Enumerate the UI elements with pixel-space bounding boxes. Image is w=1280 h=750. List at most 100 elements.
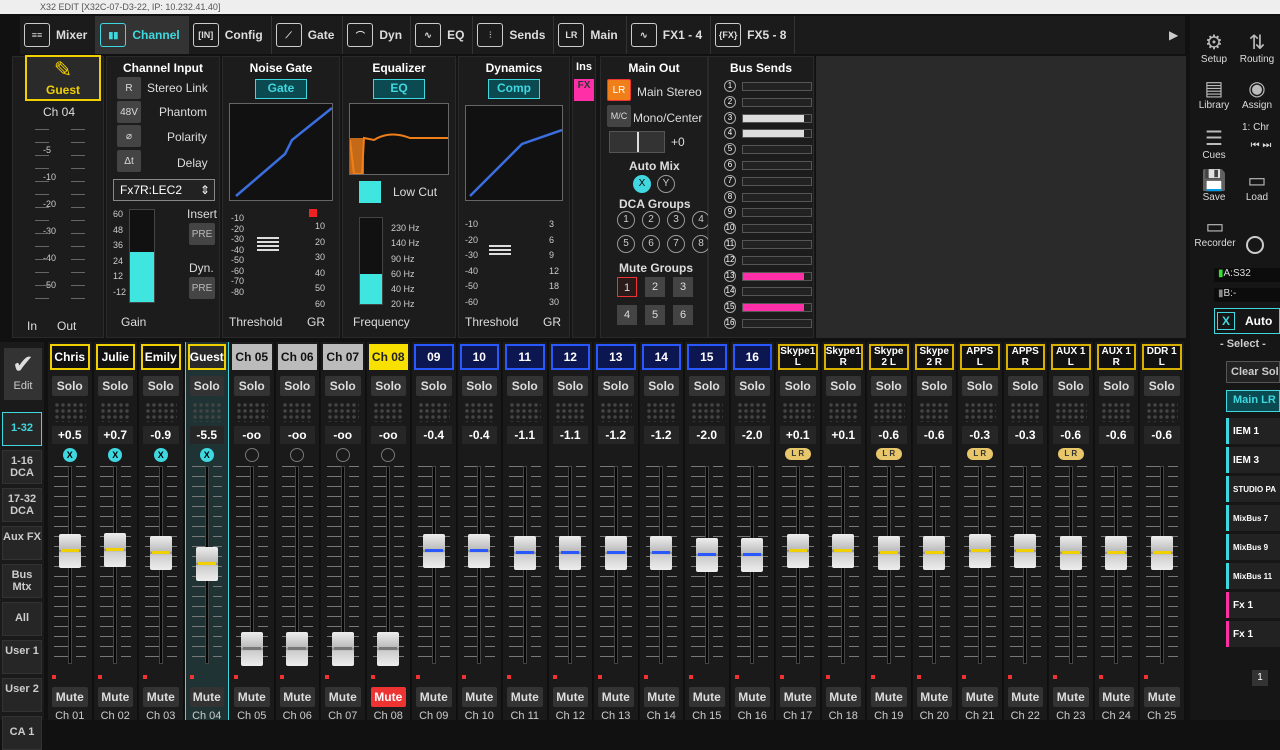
setup-button[interactable]: ⚙ Setup (1194, 32, 1234, 65)
mute-group-button[interactable]: 1 (617, 277, 637, 297)
automix-toggle[interactable]: X Auto (1214, 308, 1280, 334)
channel-name[interactable]: APPS R (1005, 344, 1045, 370)
edit-button[interactable]: ✔ Edit (4, 348, 42, 400)
channel-name[interactable]: 09 (414, 344, 454, 370)
bus-send-row[interactable]: 4 (724, 127, 816, 140)
gate-button[interactable]: Gate (255, 79, 307, 99)
bus-send-row[interactable]: 8 (724, 190, 816, 203)
tab-config[interactable]: [IN] Config (189, 16, 272, 54)
layer-17-32-dca[interactable]: 17-32 DCA (2, 488, 42, 522)
fader-handle[interactable] (513, 536, 536, 571)
solo-button[interactable]: Solo (1007, 376, 1043, 396)
mute-button[interactable]: Mute (643, 687, 679, 707)
mute-button[interactable]: Mute (1053, 687, 1089, 707)
bus-send-level[interactable] (742, 287, 812, 297)
bus-send-row[interactable]: 10 (724, 222, 816, 235)
mute-group-button[interactable]: 3 (673, 277, 693, 297)
save-button[interactable]: 💾 Save (1194, 170, 1234, 203)
pan-slider[interactable] (609, 131, 665, 153)
main-lr-button[interactable]: LR (607, 79, 631, 101)
assign-button[interactable]: ◉ Assign (1234, 78, 1280, 111)
mute-button[interactable]: Mute (507, 687, 543, 707)
mute-button[interactable]: Mute (916, 687, 952, 707)
tab-main[interactable]: LR Main (554, 16, 627, 54)
solo-button[interactable]: Solo (598, 376, 634, 396)
channel-name[interactable]: Skype1 R (823, 344, 863, 370)
mute-group-button[interactable]: 4 (617, 305, 637, 325)
bus-send-level[interactable] (742, 303, 812, 313)
bus-select-item[interactable]: IEM 3 (1226, 447, 1280, 473)
phantom-button[interactable]: 48V (117, 101, 141, 123)
solo-button[interactable]: Solo (1144, 376, 1180, 396)
channel-name[interactable]: AUX 1 R (1096, 344, 1136, 370)
channel-name[interactable]: Skype 2 L (869, 344, 909, 370)
dyn-pre-button[interactable]: PRE (189, 277, 215, 299)
channel-name[interactable]: 12 (550, 344, 590, 370)
solo-button[interactable]: Solo (643, 376, 679, 396)
fader-handle[interactable] (968, 534, 991, 569)
layer-1-32[interactable]: 1-32 (2, 412, 42, 446)
bus-send-level[interactable] (742, 208, 812, 218)
mute-button[interactable]: Mute (780, 687, 816, 707)
bus-select-item[interactable]: Fx 1 (1226, 621, 1280, 647)
solo-button[interactable]: Solo (507, 376, 543, 396)
layer-all[interactable]: All (2, 602, 42, 636)
tab-channel[interactable]: ▮▮ Channel (96, 16, 189, 54)
mute-button[interactable]: Mute (1098, 687, 1134, 707)
bus-send-level[interactable] (742, 224, 812, 234)
load-button[interactable]: ▭ Load (1234, 170, 1280, 203)
mute-button[interactable]: Mute (143, 687, 179, 707)
dynamics-threshold-fader[interactable] (489, 245, 511, 257)
bus-select-item[interactable]: STUDIO PA (1226, 476, 1280, 502)
channel-name[interactable]: Skype 2 R (914, 344, 954, 370)
fader-handle[interactable] (877, 536, 900, 571)
cues-button[interactable]: ☰ Cues (1194, 128, 1234, 161)
bus-send-level[interactable] (742, 255, 812, 265)
automix-y-button[interactable]: Y (657, 175, 675, 193)
tab-dyn[interactable]: ⌒ Dyn (343, 16, 412, 54)
fader-handle[interactable] (286, 631, 309, 666)
automix-x-button[interactable]: X (633, 175, 651, 193)
solo-button[interactable]: Solo (825, 376, 861, 396)
tab-sends[interactable]: ⫶ Sends (473, 16, 555, 54)
chevron-right-icon[interactable]: ▶ (1169, 16, 1185, 54)
main-lr-select[interactable]: Main LR (1226, 390, 1280, 412)
solo-button[interactable]: Solo (780, 376, 816, 396)
bus-send-row[interactable]: 13 (724, 269, 816, 282)
bus-select-item[interactable]: MixBus 7 (1226, 505, 1280, 531)
gate-graph[interactable] (229, 103, 333, 201)
fader-handle[interactable] (58, 534, 81, 569)
channel-name[interactable]: Ch 05 (232, 344, 272, 370)
fader-handle[interactable] (240, 631, 263, 666)
bus-send-row[interactable]: 5 (724, 143, 816, 156)
channel-name[interactable]: Julie (95, 344, 135, 370)
bus-select-item[interactable]: MixBus 11 (1226, 563, 1280, 589)
solo-button[interactable]: Solo (734, 376, 770, 396)
mute-button[interactable]: Mute (1144, 687, 1180, 707)
fader-handle[interactable] (195, 547, 218, 581)
clear-solo-button[interactable]: Clear Solo (1226, 361, 1280, 383)
channel-name[interactable]: 14 (641, 344, 681, 370)
channel-name[interactable]: Ch 06 (277, 344, 317, 370)
stereo-link-button[interactable]: R (117, 77, 141, 99)
insert-fx-button[interactable]: FX (574, 79, 594, 101)
tab-fx5-8[interactable]: {FX} FX5 - 8 (711, 16, 796, 54)
gain-slider[interactable] (129, 209, 155, 303)
mute-group-button[interactable]: 5 (645, 305, 665, 325)
mute-group-button[interactable]: 2 (645, 277, 665, 297)
bus-send-level[interactable] (742, 192, 812, 202)
layer-ca-1[interactable]: CA 1 (2, 716, 42, 750)
channel-name[interactable]: Ch 07 (323, 344, 363, 370)
bus-send-level[interactable] (742, 82, 812, 91)
solo-button[interactable]: Solo (962, 376, 998, 396)
fader-handle[interactable] (650, 536, 673, 571)
channel-name[interactable]: DDR 1 L (1142, 344, 1182, 370)
fader-handle[interactable] (422, 534, 445, 569)
bus-send-level[interactable] (742, 97, 812, 107)
mute-button[interactable]: Mute (234, 687, 270, 707)
library-button[interactable]: ▤ Library (1194, 78, 1234, 111)
solo-button[interactable]: Solo (97, 376, 133, 396)
fader-handle[interactable] (331, 631, 354, 666)
bus-send-row[interactable]: 2 (724, 95, 816, 108)
fader-handle[interactable] (923, 536, 946, 571)
